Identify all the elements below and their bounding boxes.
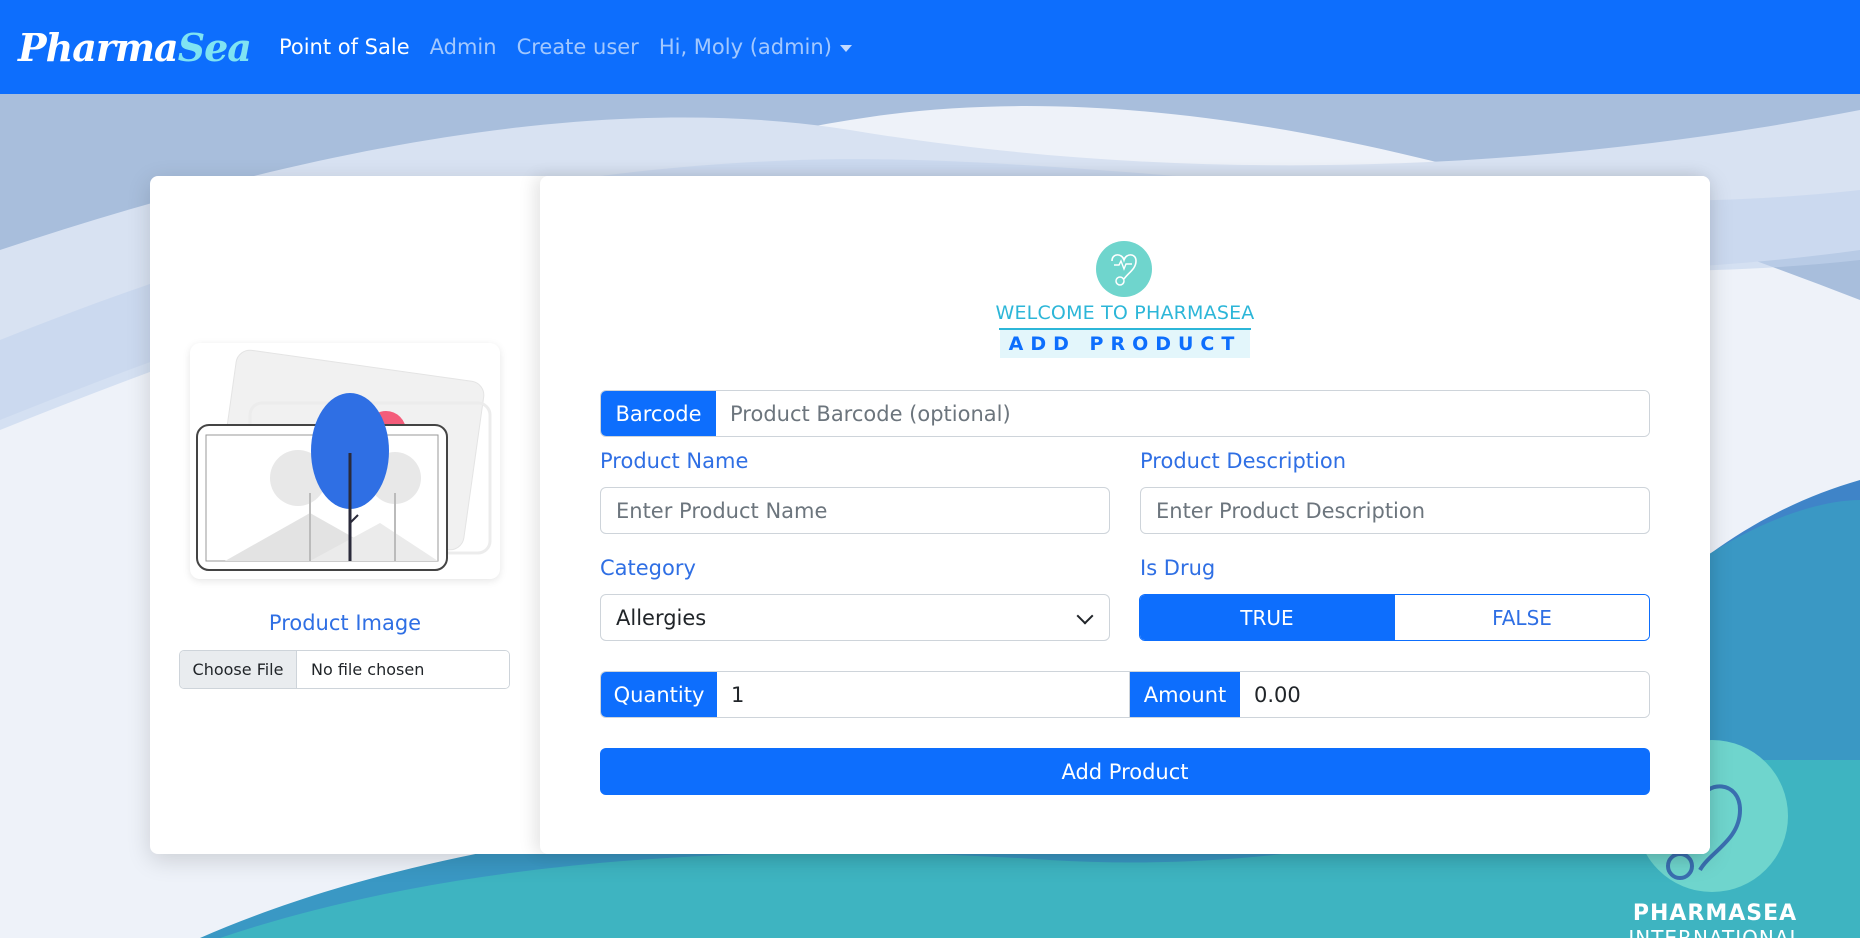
nav-link-point-of-sale[interactable]: Point of Sale	[279, 35, 410, 59]
is-drug-toggle: TRUE FALSE	[1139, 594, 1650, 641]
product-name-input[interactable]	[600, 487, 1110, 534]
product-description-label: Product Description	[1140, 449, 1347, 473]
amount-label: Amount	[1130, 672, 1240, 717]
quantity-input-group: Quantity 1	[600, 671, 1130, 718]
category-selected-value: Allergies	[616, 605, 707, 630]
user-menu-label: Hi, Moly (admin)	[658, 35, 832, 59]
brand-logo[interactable]: PharmaSea	[18, 24, 252, 70]
product-name-label: Product Name	[600, 449, 749, 473]
amount-input[interactable]: 0.00	[1240, 672, 1649, 717]
barcode-input[interactable]	[716, 391, 1649, 436]
nav-link-create-user[interactable]: Create user	[517, 35, 639, 59]
top-navbar: PharmaSea Point of Sale Admin Create use…	[0, 0, 1860, 94]
brand-text-sea: Sea	[177, 24, 252, 70]
barcode-label: Barcode	[601, 391, 716, 436]
quantity-input[interactable]: 1	[717, 672, 1130, 717]
tree-illustration	[196, 349, 492, 571]
caret-down-icon	[839, 44, 852, 52]
user-menu-dropdown[interactable]: Hi, Moly (admin)	[659, 35, 852, 59]
category-select[interactable]: Allergies	[600, 594, 1110, 641]
stethoscope-heart-logo	[1096, 241, 1152, 297]
watermark-line1: PHARMASEA	[1632, 901, 1798, 926]
is-drug-label: Is Drug	[1140, 556, 1216, 580]
choose-file-button[interactable]: Choose File	[180, 651, 297, 688]
page-title: ADD PRODUCT	[1000, 330, 1250, 358]
welcome-heading: WELCOME TO PHARMASEA	[995, 302, 1255, 324]
category-label: Category	[600, 556, 696, 580]
add-product-button[interactable]: Add Product	[600, 748, 1650, 795]
product-image-label: Product Image	[268, 611, 422, 635]
watermark-line2: INTERNATIONAL	[1628, 926, 1802, 938]
quantity-label: Quantity	[601, 672, 717, 717]
product-image-preview	[190, 343, 500, 579]
barcode-input-group: Barcode	[600, 390, 1650, 437]
brand-text-pharma: Pharma	[18, 24, 179, 70]
product-description-input[interactable]	[1140, 487, 1650, 534]
nav-link-admin[interactable]: Admin	[430, 35, 497, 59]
amount-input-group: Amount 0.00	[1129, 671, 1650, 718]
watermark-text: PHARMASEA INTERNATIONAL	[1595, 902, 1835, 938]
file-status-text: No file chosen	[297, 651, 509, 688]
chevron-down-icon	[1076, 607, 1094, 625]
product-image-file-input[interactable]: Choose File No file chosen	[179, 650, 510, 689]
is-drug-false-button[interactable]: FALSE	[1394, 595, 1649, 640]
is-drug-true-button[interactable]: TRUE	[1140, 595, 1394, 640]
